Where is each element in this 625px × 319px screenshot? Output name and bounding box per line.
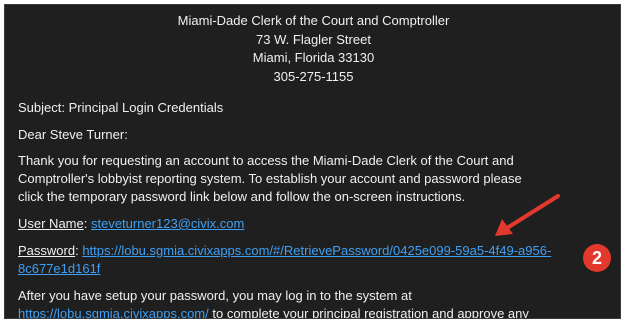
clerk-city: Miami, Florida 33130: [252, 50, 375, 65]
username-email-link[interactable]: steveturner123@civix.com: [91, 216, 244, 231]
login-site-link[interactable]: https://lobu.sgmia.civixapps.com/: [18, 306, 209, 318]
intro-paragraph: Thank you for requesting an account to a…: [18, 152, 603, 206]
intro-line: Thank you for requesting an account to a…: [18, 153, 514, 168]
setup-line-rest: to complete your principal registration …: [208, 306, 529, 319]
clerk-phone: 305-275-1155: [273, 68, 354, 84]
password-label: Password: [18, 243, 76, 258]
email-body: Miami-Dade Clerk of the Court and Comptr…: [4, 4, 621, 319]
intro-line: click the temporary password link below …: [18, 189, 466, 204]
email-greeting: Dear Steve Turner:: [18, 127, 128, 142]
username-label: User Name: [18, 216, 84, 231]
intro-line: Comptroller's lobbyist reporting system.…: [18, 171, 522, 186]
clerk-address-block: Miami-Dade Clerk of the Court and Comptr…: [5, 12, 620, 86]
password-reset-link-continued[interactable]: 8c677e1d161f: [18, 261, 100, 276]
username-separator: :: [83, 216, 91, 231]
clerk-street: 73 W. Flagler Street: [256, 31, 371, 47]
setup-line: After you have setup your password, you …: [18, 288, 412, 303]
password-reset-link[interactable]: https://lobu.sgmia.civixapps.com/#/Retri…: [82, 243, 551, 258]
screenshot-frame: Miami-Dade Clerk of the Court and Comptr…: [0, 0, 625, 319]
username-row: User Name: steveturner123@civix.com: [18, 215, 603, 233]
email-subject: Subject: Principal Login Credentials: [18, 100, 224, 115]
clerk-office-name: Miami-Dade Clerk of the Court and Comptr…: [177, 13, 450, 28]
password-row: Password: https://lobu.sgmia.civixapps.c…: [18, 242, 603, 278]
setup-paragraph: After you have setup your password, you …: [18, 287, 603, 319]
step-number-badge: 2: [583, 244, 611, 272]
